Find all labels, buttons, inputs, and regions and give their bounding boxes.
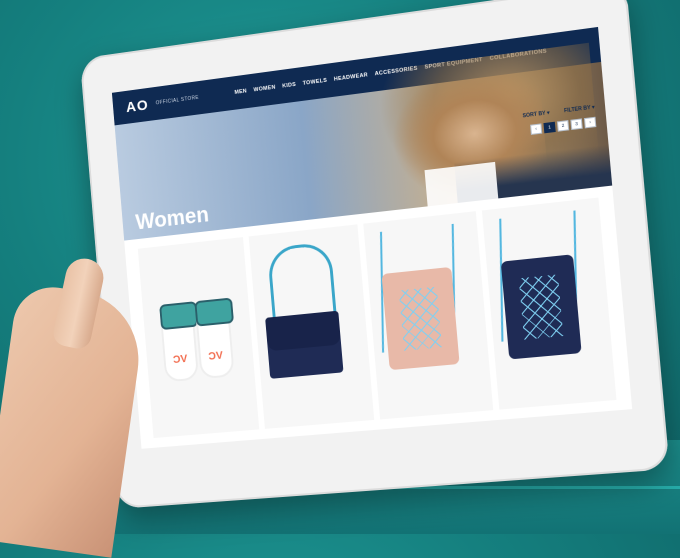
product-card-slides[interactable]: ƆV ƆV xyxy=(138,237,259,438)
backpack-lace-image xyxy=(519,274,564,339)
product-card-navy-backpack[interactable] xyxy=(482,198,617,410)
product-card-pink-backpack[interactable] xyxy=(363,211,493,419)
page-next[interactable]: › xyxy=(584,117,596,129)
page-title: Women xyxy=(135,202,210,236)
backpack-lace-image xyxy=(399,287,442,351)
official-store-label: OFFICIAL STORE xyxy=(156,95,200,107)
bag-flap-image xyxy=(265,311,341,352)
ao-logo[interactable]: AO xyxy=(125,96,149,115)
slide-strap xyxy=(159,301,198,330)
slide-right-image: ƆV xyxy=(195,304,235,379)
ao-mark-icon: ƆV xyxy=(173,353,188,366)
ao-mark-icon: ƆV xyxy=(208,350,223,363)
nav-item-women[interactable]: WOMEN xyxy=(253,85,276,94)
slide-left-image: ƆV xyxy=(160,307,199,382)
page-3[interactable]: 3 xyxy=(570,118,582,130)
page-2[interactable]: 2 xyxy=(557,120,569,132)
tablet: AO OFFICIAL STORE MEN WOMEN KIDS TOWELS … xyxy=(80,0,670,509)
page-prev[interactable]: ‹ xyxy=(530,123,542,135)
nav-item-towels[interactable]: TOWELS xyxy=(303,78,328,87)
page-1[interactable]: 1 xyxy=(543,122,555,134)
nav-item-headwear[interactable]: HEADWEAR xyxy=(334,72,368,82)
product-card-shoulder-bag[interactable] xyxy=(249,224,375,429)
slide-strap xyxy=(194,297,234,326)
tablet-screen: AO OFFICIAL STORE MEN WOMEN KIDS TOWELS … xyxy=(112,27,632,449)
nav-item-kids[interactable]: KIDS xyxy=(282,82,296,90)
nav-item-men[interactable]: MEN xyxy=(234,88,247,96)
